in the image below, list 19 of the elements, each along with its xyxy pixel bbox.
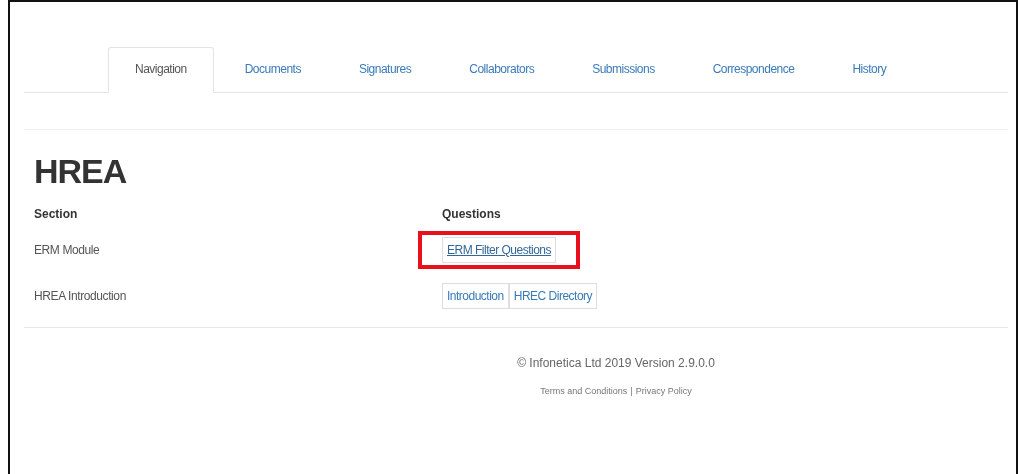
column-header: Section [34,207,78,221]
question-button[interactable]: Introduction [442,283,509,309]
section-name: HREA Introduction [34,289,126,303]
question-button[interactable]: HREC Directory [508,283,598,309]
page-heading: HREA [34,152,128,191]
footer-link[interactable]: Terms and Conditions [540,386,628,396]
copyright-text: © Infonetica Ltd 2019 Version 2.9.0.0 [517,356,715,370]
tab[interactable]: Documents [217,47,328,93]
tab[interactable]: History [825,47,914,93]
column-header: Questions [442,207,501,221]
tab[interactable]: Navigation [108,47,214,93]
link-separator: | [630,386,633,396]
section-name: ERM Module [34,243,100,257]
question-button[interactable]: ERM Filter Questions [442,237,557,263]
tab[interactable]: Signatures [331,47,439,93]
tab[interactable]: Collaborators [442,47,562,93]
tab[interactable]: Correspondence [685,47,822,93]
tab[interactable]: Submissions [565,47,682,93]
footer-link[interactable]: Privacy Policy [635,386,692,396]
